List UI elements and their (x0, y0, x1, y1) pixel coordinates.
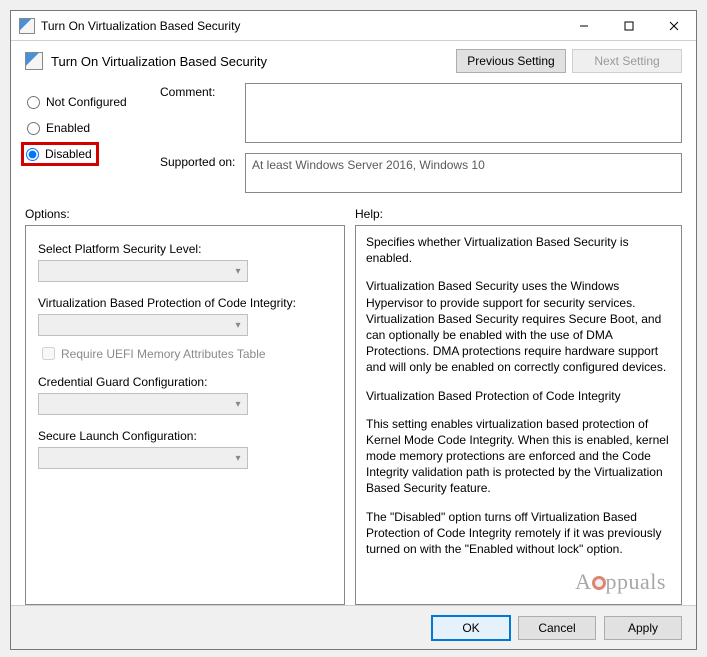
code-integrity-select: ▾ (38, 314, 248, 336)
radio-disabled-row: Disabled (25, 141, 160, 167)
options-pane: Select Platform Security Level: ▾ Virtua… (25, 225, 345, 605)
minimize-button[interactable] (561, 12, 606, 40)
titlebar: Turn On Virtualization Based Security (11, 11, 696, 41)
help-paragraph: Specifies whether Virtualization Based S… (366, 234, 671, 266)
platform-level-label: Select Platform Security Level: (38, 242, 332, 256)
close-icon (669, 21, 679, 31)
cancel-button[interactable]: Cancel (518, 616, 596, 640)
secure-launch-select: ▾ (38, 447, 248, 469)
comment-supported-area: Comment: Supported on: At least Windows … (160, 83, 682, 193)
comment-textarea[interactable] (245, 83, 682, 143)
secure-launch-label: Secure Launch Configuration: (38, 429, 332, 443)
help-pane[interactable]: Specifies whether Virtualization Based S… (355, 225, 682, 605)
chevron-down-icon: ▾ (229, 320, 247, 331)
apply-button[interactable]: Apply (604, 616, 682, 640)
help-paragraph: Virtualization Based Protection of Code … (366, 388, 671, 404)
radio-disabled-label: Disabled (45, 147, 92, 161)
footer: OK Cancel Apply (11, 605, 696, 649)
cred-guard-label: Credential Guard Configuration: (38, 375, 332, 389)
window-title: Turn On Virtualization Based Security (41, 19, 561, 33)
panes: Select Platform Security Level: ▾ Virtua… (11, 225, 696, 605)
supported-label: Supported on: (160, 153, 245, 169)
maximize-icon (624, 21, 634, 31)
radio-enabled[interactable]: Enabled (25, 115, 160, 141)
section-labels: Options: Help: (11, 193, 696, 225)
app-icon (19, 18, 35, 34)
platform-level-select: ▾ (38, 260, 248, 282)
cred-guard-select: ▾ (38, 393, 248, 415)
upper-area: Not Configured Enabled Disabled Comment:… (11, 79, 696, 193)
close-button[interactable] (651, 12, 696, 40)
policy-icon (25, 52, 43, 70)
help-paragraph: This setting enables virtualization base… (366, 416, 671, 497)
radio-enabled-input[interactable] (27, 122, 40, 135)
uefi-checkbox-label: Require UEFI Memory Attributes Table (61, 347, 266, 361)
minimize-icon (579, 21, 589, 31)
maximize-button[interactable] (606, 12, 651, 40)
radio-disabled[interactable]: Disabled (21, 142, 99, 166)
chevron-down-icon: ▾ (229, 266, 247, 277)
help-paragraph: Virtualization Based Security uses the W… (366, 278, 671, 375)
radio-disabled-input[interactable] (26, 148, 39, 161)
options-heading: Options: (25, 207, 355, 221)
state-radios: Not Configured Enabled Disabled (25, 83, 160, 193)
help-paragraph: The "Disabled" option turns off Virtuali… (366, 509, 671, 558)
dialog-window: Turn On Virtualization Based Security Tu… (10, 10, 697, 650)
next-setting-button: Next Setting (572, 49, 682, 73)
radio-not-configured-input[interactable] (27, 96, 40, 109)
code-integrity-label: Virtualization Based Protection of Code … (38, 296, 332, 310)
policy-title: Turn On Virtualization Based Security (51, 54, 450, 69)
chevron-down-icon: ▾ (229, 453, 247, 464)
radio-not-configured-label: Not Configured (46, 95, 127, 109)
supported-on-text: At least Windows Server 2016, Windows 10 (245, 153, 682, 193)
radio-enabled-label: Enabled (46, 121, 90, 135)
ok-button[interactable]: OK (432, 616, 510, 640)
comment-label: Comment: (160, 83, 245, 99)
chevron-down-icon: ▾ (229, 399, 247, 410)
radio-not-configured[interactable]: Not Configured (25, 89, 160, 115)
uefi-checkbox (42, 347, 55, 360)
previous-setting-button[interactable]: Previous Setting (456, 49, 566, 73)
header: Turn On Virtualization Based Security Pr… (11, 41, 696, 79)
help-heading: Help: (355, 207, 682, 221)
uefi-checkbox-row: Require UEFI Memory Attributes Table (38, 344, 332, 363)
